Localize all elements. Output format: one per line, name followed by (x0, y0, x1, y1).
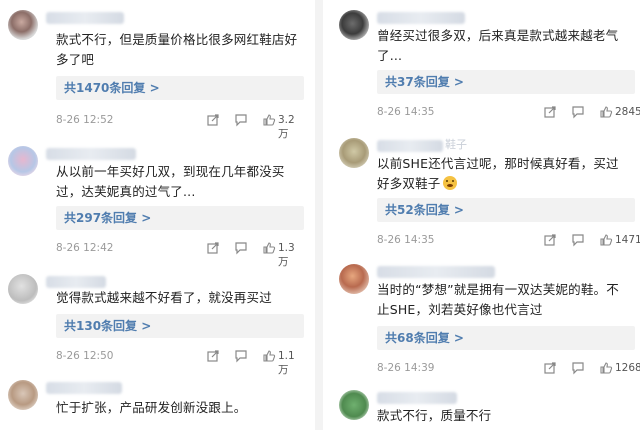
comment-icon[interactable] (571, 105, 585, 119)
share-icon[interactable] (543, 233, 557, 247)
comment-icon[interactable] (234, 241, 248, 255)
comment-column-left: 款式不行，但是质量价格比很多网红鞋店好多了吧 共1470条回复 > 8-26 1… (0, 0, 304, 430)
username-blurred[interactable] (377, 140, 443, 152)
like-icon[interactable] (262, 113, 276, 127)
comment-item: 当时的“梦想”就是拥有一双达芙妮的鞋。不止SHE，刘若英好像也代言过 共68条回… (331, 258, 640, 378)
comment-icon[interactable] (571, 361, 585, 375)
reply-count-link[interactable]: 共37条回复 > (377, 70, 635, 94)
comment-meta: 8-26 14:35 2845 (377, 105, 640, 121)
comment-text: 款式不行，但是质量价格比很多网红鞋店好多了吧 (56, 32, 298, 67)
share-icon[interactable] (206, 113, 220, 127)
comment-icon[interactable] (234, 349, 248, 363)
like-count: 1.3万 (278, 242, 295, 268)
username-blurred[interactable] (46, 12, 124, 24)
comment-column-right: 曾经买过很多双，后来真是款式越来越老气了... 共37条回复 > 8-26 14… (331, 0, 640, 430)
comment-time: 8-26 14:35 (377, 234, 435, 246)
comment-icon[interactable] (571, 233, 585, 247)
comment-time: 8-26 12:52 (56, 114, 114, 126)
like-icon[interactable] (262, 241, 276, 255)
username-blurred[interactable] (377, 12, 465, 24)
comment-time: 8-26 14:35 (377, 106, 435, 118)
like-count: 1471 (615, 234, 640, 246)
reply-count-link[interactable]: 共68条回复 > (377, 326, 635, 350)
comment-item: 从以前一年买好几双，到现在几年都没买过，达芙妮真的过气了... 共297条回复 … (0, 140, 304, 268)
comment-meta: 8-26 12:52 3.2万 (56, 113, 298, 140)
share-icon[interactable] (543, 105, 557, 119)
reply-count-link[interactable]: 共297条回复 > (56, 206, 304, 230)
username-blurred[interactable] (46, 276, 106, 288)
comment-text-body: 以前SHE还代言过呢，那时候真好看，买过好多双鞋子 (377, 156, 619, 191)
scared-face-icon (442, 176, 457, 190)
column-divider (315, 0, 323, 430)
avatar[interactable] (339, 10, 369, 40)
avatar[interactable] (339, 264, 369, 294)
comment-item: 觉得款式越来越不好看了，就没再买过 共130条回复 > 8-26 12:50 1… (0, 268, 304, 376)
comment-item: 曾经买过很多双，后来真是款式越来越老气了... 共37条回复 > 8-26 14… (331, 4, 640, 122)
like-icon[interactable] (599, 361, 613, 375)
comment-meta: 8-26 14:39 1268 (377, 361, 640, 377)
avatar[interactable] (339, 390, 369, 420)
like-count: 1268 (615, 362, 640, 374)
comment-item: 鞋子 以前SHE还代言过呢，那时候真好看，买过好多双鞋子 共52条回复 > 8-… (331, 132, 640, 252)
comment-text: 当时的“梦想”就是拥有一双达芙妮的鞋。不止SHE，刘若英好像也代言过 (377, 282, 619, 317)
like-count: 3.2万 (278, 114, 295, 140)
like-count: 1.1万 (278, 350, 295, 376)
comment-text: 曾经买过很多双，后来真是款式越来越老气了... (377, 28, 619, 63)
share-icon[interactable] (543, 361, 557, 375)
comment-item: 忙于扩张，产品研发创新没跟上。 (0, 374, 304, 430)
comment-text: 以前SHE还代言过呢，那时候真好看，买过好多双鞋子 (377, 154, 629, 194)
share-icon[interactable] (206, 349, 220, 363)
username-blurred[interactable] (377, 392, 457, 404)
avatar[interactable] (8, 380, 38, 410)
comment-meta: 8-26 12:50 1.1万 (56, 349, 298, 376)
avatar[interactable] (8, 274, 38, 304)
share-icon[interactable] (206, 241, 220, 255)
comment-text: 款式不行，质量不行 (377, 408, 492, 423)
username-blurred[interactable] (377, 266, 495, 278)
comment-text: 觉得款式越来越不好看了，就没再买过 (56, 290, 272, 305)
username-tail: 鞋子 (445, 138, 467, 151)
username-blurred[interactable] (46, 148, 136, 160)
comment-text: 忙于扩张，产品研发创新没跟上。 (56, 400, 247, 415)
comment-item: 款式不行，质量不行 (331, 384, 635, 430)
avatar[interactable] (8, 10, 38, 40)
comment-meta: 8-26 12:42 1.3万 (56, 241, 298, 268)
username-blurred[interactable] (46, 382, 122, 394)
comment-time: 8-26 14:39 (377, 362, 435, 374)
avatar[interactable] (339, 138, 369, 168)
like-icon[interactable] (262, 349, 276, 363)
comment-text: 从以前一年买好几双，到现在几年都没买过，达芙妮真的过气了... (56, 164, 285, 199)
reply-count-link[interactable]: 共130条回复 > (56, 314, 304, 338)
reply-count-link[interactable]: 共52条回复 > (377, 198, 635, 222)
comment-meta: 8-26 14:35 1471 (377, 233, 640, 249)
comment-icon[interactable] (234, 113, 248, 127)
like-count: 2845 (615, 106, 640, 118)
comment-time: 8-26 12:42 (56, 242, 114, 254)
like-icon[interactable] (599, 233, 613, 247)
comment-time: 8-26 12:50 (56, 350, 114, 362)
comment-item: 款式不行，但是质量价格比很多网红鞋店好多了吧 共1470条回复 > 8-26 1… (0, 4, 304, 140)
avatar[interactable] (8, 146, 38, 176)
reply-count-link[interactable]: 共1470条回复 > (56, 76, 304, 100)
comments-screenshot: 款式不行，但是质量价格比很多网红鞋店好多了吧 共1470条回复 > 8-26 1… (0, 0, 640, 430)
like-icon[interactable] (599, 105, 613, 119)
